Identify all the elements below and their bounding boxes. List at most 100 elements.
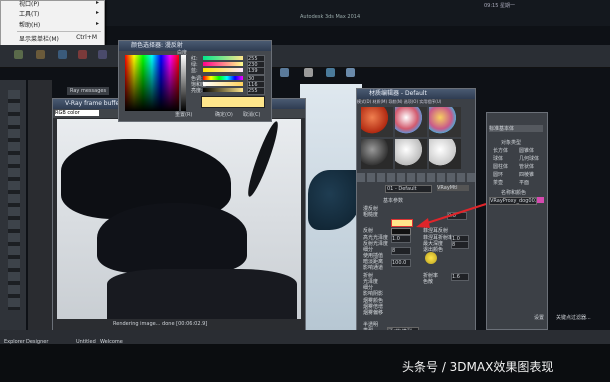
menu-mode[interactable]: 模式(D) [357,99,371,104]
whiteness-bar[interactable] [181,55,186,111]
btn-plane[interactable]: 平面 [519,179,529,186]
toolbar-icon-4[interactable] [78,50,87,59]
material-editor-title: 材质编辑器 - Default [357,89,475,99]
object-color-swatch[interactable] [537,197,544,203]
menu-item-tools[interactable]: 工具(T) ▸ [19,9,101,19]
cursor-indicator [425,252,437,264]
value-value[interactable]: 255 [247,87,265,95]
dog-tail [243,119,283,199]
menu-navigation[interactable]: 导航(N) [388,99,402,104]
taskbar-item-1[interactable]: Explorer [4,339,25,345]
menu-item-show-menubar[interactable]: 显示菜单栏(M) Ctrl+M [19,34,101,44]
saturation-slider[interactable] [203,82,243,86]
whiteness-label: 白度 [177,50,188,56]
menu-options[interactable]: 选项(O) [404,99,418,104]
taskbar-item-4[interactable]: Welcome [100,339,123,345]
label-blue: 蓝: [191,68,198,74]
taskbar-item-3[interactable]: Untitled [76,339,96,345]
btn-cylinder[interactable]: 圆柱体 [493,163,508,170]
status-right-1[interactable]: 设置 [534,314,544,321]
render-status: Rendering image... done [00:06:02.9] [113,321,208,327]
dog-sculpture-small [97,203,247,273]
main-title: Autodesk 3ds Max 2014 [300,14,361,20]
left-strip [28,80,52,340]
blue-slider[interactable] [203,68,243,72]
btn-sphere[interactable]: 球体 [493,155,503,162]
btn-tube[interactable]: 管状体 [519,163,534,170]
name-color-header[interactable]: 名称和颜色 [501,189,526,196]
color-picker-window: 颜色选择器: 漫反射 白度 红: 绿: 蓝: 色调: 饱和度: 亮度: 255 … [118,40,272,122]
object-name-field[interactable]: VRayProxy_dog001 [489,197,537,205]
hue-spectrum[interactable] [125,55,179,111]
toolbar-icon-3[interactable] [58,50,67,59]
status-right-2[interactable]: 关键点过滤器... [556,314,591,321]
toolbar-icon-5[interactable] [98,50,107,59]
material-editor-menubar: 模式(D) 材质(M) 导航(N) 选项(O) 实用程序(U) [357,99,475,106]
annotation-arrow [416,203,487,228]
btn-teapot[interactable]: 茶壶 [493,179,503,186]
toolbar-icon-1[interactable] [14,50,23,59]
object-type-header[interactable]: 对象类型 [501,139,521,146]
toolbar-icon-9[interactable] [346,68,355,77]
label-roughness: 粗糙度 [363,212,379,218]
label-fog-bias: 烟雾偏移 [363,310,384,316]
time-label: 09:15 星期一 [484,3,515,9]
context-menu: 视口(P) ▸ 工具(T) ▸ 帮助(H) ▸ 显示菜单栏(M) Ctrl+M [0,0,105,47]
sample-slot-5[interactable] [395,139,427,169]
sample-slot-4[interactable] [361,139,393,169]
btn-cone[interactable]: 圆锥体 [519,147,534,154]
value-hilight[interactable]: 1.0 [391,235,411,243]
material-name-field[interactable]: 01 - Default [385,185,432,193]
command-panel: 标准基本体 对象类型 长方体 圆锥体 球体 几何球体 圆柱体 管状体 圆环 四棱… [486,112,548,330]
green-slider[interactable] [203,62,243,66]
main-toolbar [0,45,610,68]
label-affect-channels: 影响通道 [363,265,384,271]
sample-slot-6[interactable] [429,139,461,169]
watermark: 头条号 / 3DMAX效果图表现 [402,360,554,374]
reflect-swatch[interactable] [391,228,411,235]
value-slider[interactable] [203,88,243,92]
label-reflect: 反射 [363,228,374,234]
toolbar-icon-2[interactable] [36,50,45,59]
label-abbe: 色散 [423,279,434,285]
label-value: 亮度: [191,88,203,94]
left-toolbar-icons [8,90,20,310]
value-max-depth[interactable]: 8 [451,241,469,249]
menu-material[interactable]: 材质(M) [372,99,387,104]
toolbar-icon-8[interactable] [326,68,335,77]
material-toolbar [357,173,475,182]
material-type-button[interactable]: VRayMtl [437,185,469,191]
sample-slot-3[interactable] [429,107,461,137]
menu-item-viewport[interactable]: 视口(P) ▸ [19,0,101,9]
btn-pyramid[interactable]: 四棱锥 [519,171,534,178]
cancel-button[interactable]: 取消(C) [243,111,260,118]
ok-button[interactable]: 确定(O) [215,111,233,118]
color-picker-title: 颜色选择器: 漫反射 [119,41,271,51]
color-swatch [201,96,265,108]
render-image [57,119,301,319]
taskbar-item-2[interactable]: Designer [26,339,48,345]
hue-slider[interactable] [203,76,243,80]
rollout-basic[interactable]: 基本参数 [383,197,403,204]
value-ior[interactable]: 1.6 [451,273,469,281]
menu-item-help[interactable]: 帮助(H) ▸ [19,20,101,30]
toolbar-icon-6[interactable] [280,68,289,77]
btn-torus[interactable]: 圆环 [493,171,503,178]
toolbar-icon-7[interactable] [304,68,313,77]
value-subdivs[interactable]: 8 [391,247,411,255]
frame-buffer-tab[interactable]: Ray messages [67,87,110,95]
btn-geosphere[interactable]: 几何球体 [519,155,539,162]
btn-box[interactable]: 长方体 [493,147,508,154]
red-slider[interactable] [203,56,243,60]
blue-value[interactable]: 139 [247,67,265,75]
reset-button[interactable]: 重置(R) [175,111,192,118]
sample-slot-2[interactable] [395,107,427,137]
sculpture-base [107,269,297,319]
label-affect-shadows: 影响阴影 [363,291,384,297]
frame-buffer-window: Ray messages V-Ray frame buffer - [100% … [52,87,306,332]
channel-select[interactable]: RGB color [55,110,99,116]
menu-utilities[interactable]: 实用程序(U) [419,99,441,104]
primitive-dropdown[interactable]: 标准基本体 [489,125,543,132]
sample-slot-1[interactable] [361,107,393,137]
value-dim[interactable]: 100.0 [391,259,411,267]
